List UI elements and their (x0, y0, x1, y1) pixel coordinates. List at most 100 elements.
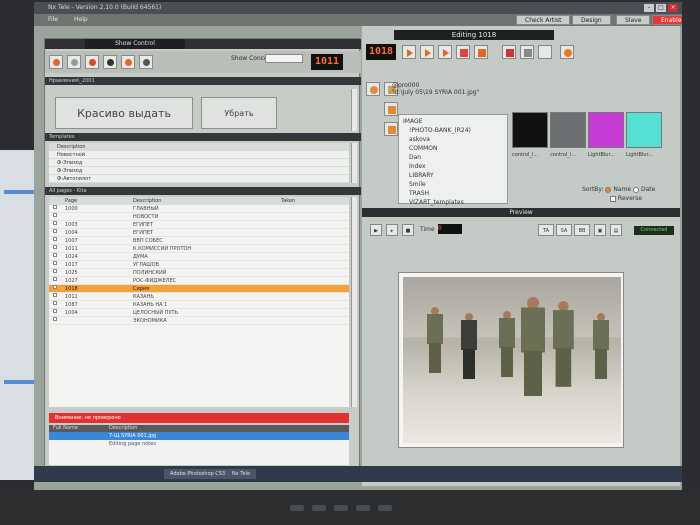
monitor-button[interactable] (334, 505, 348, 511)
tree-item[interactable]: Dan (403, 153, 503, 162)
tool-list-icon[interactable] (67, 55, 81, 69)
show-control-tab[interactable]: Show Control (85, 39, 185, 49)
table-row[interactable]: НОВОСТИ (49, 213, 349, 221)
slave-button[interactable]: Slave (616, 15, 651, 25)
table-row[interactable]: 1003 ЕГИПЕТ (49, 221, 349, 229)
row-checkbox[interactable] (53, 293, 57, 297)
maximize-button[interactable]: □ (656, 4, 666, 12)
monitor-icon[interactable] (502, 45, 516, 59)
table-row[interactable]: 1004 ЕГИПЕТ (49, 229, 349, 237)
list-item[interactable]: Ф-Эпизод (49, 159, 349, 167)
table-row[interactable]: 1087 КАЗАНЬ НА 1 (49, 301, 349, 309)
table-row[interactable]: 1007 ВВП СОБЕС (49, 237, 349, 245)
menu-help[interactable]: Help (74, 16, 88, 23)
monitor-button[interactable] (312, 505, 326, 511)
tree-item[interactable]: askova (403, 135, 503, 144)
scrollbar[interactable] (351, 197, 357, 407)
bb-button[interactable]: BB (574, 224, 590, 236)
sort-name-radio[interactable] (605, 186, 612, 193)
eye-icon[interactable] (560, 45, 574, 59)
tree-item[interactable]: Smile (403, 180, 503, 189)
wand-icon[interactable] (456, 45, 470, 59)
tree-item[interactable]: IMAGE (403, 117, 503, 126)
table-row[interactable]: 1024 ДУМА (49, 253, 349, 261)
list-item[interactable]: Ф-Эпизод (49, 167, 349, 175)
reverse-checkbox[interactable] (610, 195, 616, 202)
close-button[interactable]: × (668, 4, 678, 12)
table-row[interactable]: 1011 КАЗАНЬ (49, 293, 349, 301)
tree-item[interactable]: LIBRARY (403, 171, 503, 180)
time-field[interactable]: 0 (438, 224, 462, 234)
thumbnail[interactable] (588, 112, 624, 148)
row-checkbox[interactable] (53, 269, 57, 273)
thumbnail[interactable] (550, 112, 586, 148)
preview-play-icon[interactable]: ▶ (370, 224, 382, 236)
scrollbar[interactable] (351, 89, 357, 131)
list-item[interactable]: Ф-Автопилот (49, 175, 349, 183)
brush-icon[interactable] (384, 102, 398, 116)
minimize-button[interactable]: – (644, 4, 654, 12)
list-item[interactable]: Новостной (49, 151, 349, 159)
preview-next-icon[interactable]: ▸ (386, 224, 398, 236)
grid-icon[interactable] (520, 45, 534, 59)
tree-item[interactable]: Index (403, 162, 503, 171)
show-button[interactable]: Красиво выдать (55, 97, 193, 129)
tool-stop-icon[interactable] (103, 55, 117, 69)
pin-icon[interactable] (474, 45, 488, 59)
step-icon[interactable] (438, 45, 452, 59)
fast-forward-icon[interactable] (420, 45, 434, 59)
column-taken[interactable]: Taken (281, 197, 295, 205)
column-page[interactable]: Page (65, 197, 77, 205)
row-checkbox[interactable] (53, 229, 57, 233)
tool-record-icon[interactable] (85, 55, 99, 69)
tool-wand-icon[interactable] (121, 55, 135, 69)
table-row[interactable]: 1025 ПОЛИНСКИЙ (49, 269, 349, 277)
check-artist-button[interactable]: Check Artist (516, 15, 571, 25)
column-description[interactable]: Description (133, 197, 161, 205)
sa-button[interactable]: SA (556, 224, 572, 236)
layout-icon[interactable]: ▤ (610, 224, 622, 236)
table-row[interactable]: ЭКОНОМИКА (49, 317, 349, 325)
tool-playlist-icon[interactable] (49, 55, 63, 69)
table-row[interactable]: 1004 ЦЕЛОСНЫЙ ПУТЬ (49, 309, 349, 317)
stamp-icon[interactable] (384, 122, 398, 136)
design-button[interactable]: Design (572, 15, 611, 25)
tree-item[interactable]: VIZART_templates (403, 198, 503, 207)
monitor-button[interactable] (290, 505, 304, 511)
row-checkbox[interactable] (53, 261, 57, 265)
table-row[interactable]: 1011 К.КОМИССИИ ПРОТОН (49, 245, 349, 253)
tree-item[interactable]: COMMON (403, 144, 503, 153)
row-checkbox[interactable] (53, 309, 57, 313)
scrollbar[interactable] (351, 143, 357, 183)
row-checkbox[interactable] (53, 301, 57, 305)
playout-row[interactable]: Editing page notes (49, 440, 349, 448)
table-row-selected[interactable]: 1018 Сирия (49, 285, 349, 293)
row-checkbox[interactable] (53, 245, 57, 249)
remove-button[interactable]: Убрать (201, 97, 277, 129)
tool-settings-icon[interactable] (139, 55, 153, 69)
table-row[interactable]: 1000 ГЛАВНЫЙ (49, 205, 349, 213)
search-icon[interactable] (366, 82, 380, 96)
tree-item[interactable]: !PHOTO-BANK_(R24) (403, 126, 503, 135)
thumbnail[interactable] (512, 112, 548, 148)
playout-row-selected[interactable]: 7-Щ SYRIA 001.jpg (49, 432, 349, 440)
row-checkbox[interactable] (53, 285, 57, 289)
menu-file[interactable]: File (48, 16, 58, 23)
table-row[interactable]: 1027 РОС-ФИДЖЕЛЕС (49, 277, 349, 285)
row-checkbox[interactable] (53, 317, 57, 321)
row-checkbox[interactable] (53, 213, 57, 217)
table-row[interactable]: 1017 УГЛАШОВ (49, 261, 349, 269)
sort-date-radio[interactable] (633, 186, 640, 193)
empty-slot-icon[interactable] (538, 45, 552, 59)
taskbar-photoshop[interactable]: Adobe Photoshop CS3 (164, 469, 232, 479)
tree-item[interactable]: TRASH (403, 189, 503, 198)
row-checkbox[interactable] (53, 221, 57, 225)
taskbar-nxtele[interactable]: Nx Tele (226, 469, 257, 479)
row-checkbox[interactable] (53, 277, 57, 281)
enable-button[interactable]: Enable (652, 15, 682, 25)
row-checkbox[interactable] (53, 237, 57, 241)
monitor-button[interactable] (356, 505, 370, 511)
row-checkbox[interactable] (53, 253, 57, 257)
show-concept-dropdown[interactable] (265, 54, 303, 63)
play-icon[interactable] (402, 45, 416, 59)
